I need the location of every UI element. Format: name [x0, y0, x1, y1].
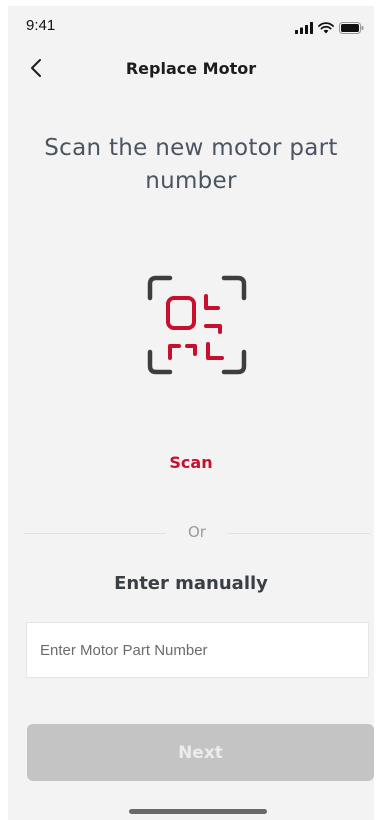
status-icons: [295, 19, 364, 38]
qr-scan-icon: [146, 275, 248, 380]
app-screen: 9:41 Replace Motor Scan the new motor pa…: [8, 6, 374, 820]
next-button[interactable]: Next: [27, 724, 374, 781]
scan-button[interactable]: [146, 274, 248, 376]
manual-entry-label: Enter manually: [114, 573, 268, 594]
navigation-bar: Replace Motor: [8, 54, 374, 88]
motor-part-number-input[interactable]: [26, 622, 369, 678]
divider-line-right: [228, 533, 370, 534]
or-divider: Or: [24, 523, 370, 543]
scan-heading: Scan the new motor part number: [44, 135, 338, 194]
scan-link[interactable]: Scan: [8, 453, 374, 472]
battery-icon: [339, 19, 364, 38]
wifi-icon: [318, 19, 334, 38]
page-title: Replace Motor: [125, 59, 257, 78]
signal-icon: [295, 19, 313, 38]
status-bar: 9:41: [8, 6, 374, 46]
divider-text: Or: [188, 523, 206, 541]
status-time: 9:41: [26, 17, 56, 34]
home-indicator: [129, 809, 267, 814]
